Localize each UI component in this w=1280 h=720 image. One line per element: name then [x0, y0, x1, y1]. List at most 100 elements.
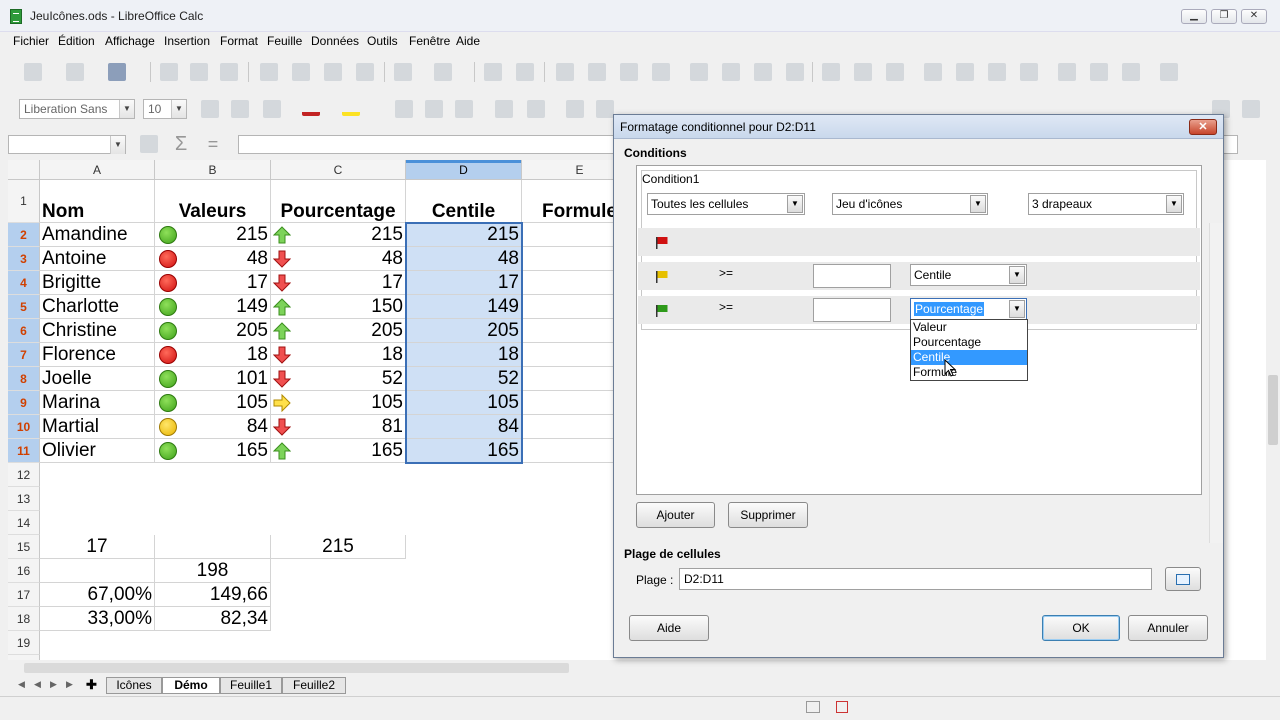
align-middle-icon[interactable]: [596, 100, 614, 118]
insert-cols-icon[interactable]: [652, 63, 670, 81]
row-header[interactable]: 6: [8, 319, 40, 343]
font-name-combo[interactable]: Liberation Sans ▼: [19, 99, 135, 119]
cell-c15[interactable]: 215: [271, 535, 406, 559]
prev-sheet-icon[interactable]: ◀: [34, 679, 41, 690]
row-header[interactable]: 14: [8, 511, 40, 535]
pivot-table-icon[interactable]: [886, 63, 904, 81]
cell-nom[interactable]: Charlotte: [40, 295, 155, 319]
paste-icon[interactable]: [324, 63, 342, 81]
equals-icon[interactable]: =: [204, 135, 222, 153]
chevron-down-icon[interactable]: ▼: [110, 136, 125, 154]
ok-button[interactable]: OK: [1042, 615, 1120, 641]
cell-centile[interactable]: 165: [406, 439, 522, 463]
green-type-dropdown[interactable]: Pourcentage ▼: [910, 298, 1027, 320]
minimize-button[interactable]: ▁: [1181, 9, 1207, 24]
chevron-down-icon[interactable]: ▼: [970, 195, 986, 213]
option-valeur[interactable]: Valeur: [911, 320, 1027, 335]
export-pdf-icon[interactable]: [160, 63, 178, 81]
cell-pourcentage[interactable]: 150: [271, 295, 406, 319]
bold-icon[interactable]: [201, 100, 219, 118]
sort-icon[interactable]: [690, 63, 708, 81]
next-sheet-icon[interactable]: ▶: [50, 679, 57, 690]
cell-centile[interactable]: 52: [406, 367, 522, 391]
cell-nom[interactable]: Martial: [40, 415, 155, 439]
document-modified-icon[interactable]: [836, 701, 848, 713]
chevron-down-icon[interactable]: ▼: [1009, 300, 1025, 318]
copy-icon[interactable]: [292, 63, 310, 81]
remove-condition-button[interactable]: Supprimer: [728, 502, 808, 528]
option-formule[interactable]: Formule: [911, 365, 1027, 380]
print-preview-icon[interactable]: [220, 63, 238, 81]
insert-rows-icon[interactable]: [620, 63, 638, 81]
scope-dropdown[interactable]: Toutes les cellules ▼: [647, 193, 805, 215]
split-window-icon[interactable]: [1122, 63, 1140, 81]
row-header[interactable]: 16: [8, 559, 40, 583]
row-header[interactable]: 17: [8, 583, 40, 607]
cell-nom[interactable]: Florence: [40, 343, 155, 367]
row-header[interactable]: 9: [8, 391, 40, 415]
menu-format[interactable]: Format: [220, 34, 258, 48]
align-right-icon[interactable]: [455, 100, 473, 118]
row-icon[interactable]: [556, 63, 574, 81]
cancel-button[interactable]: Annuler: [1128, 615, 1208, 641]
row-header[interactable]: 3: [8, 247, 40, 271]
cut-icon[interactable]: [260, 63, 278, 81]
menu-fichier[interactable]: Fichier: [13, 34, 49, 48]
cell-a15[interactable]: 17: [40, 535, 155, 559]
save-icon[interactable]: [108, 63, 126, 81]
font-size-combo[interactable]: 10 ▼: [143, 99, 187, 119]
find-replace-icon[interactable]: [484, 63, 502, 81]
function-wizard-icon[interactable]: [140, 135, 158, 153]
column-header-c[interactable]: C: [271, 160, 406, 180]
cell-nom[interactable]: Marina: [40, 391, 155, 415]
cell-centile[interactable]: 215: [406, 223, 522, 247]
cell-centile[interactable]: 17: [406, 271, 522, 295]
select-all-corner[interactable]: [8, 160, 40, 180]
menu-outils[interactable]: Outils: [367, 34, 398, 48]
cell-pourcentage[interactable]: 17: [271, 271, 406, 295]
row-header[interactable]: 11: [8, 439, 40, 463]
cell-valeur[interactable]: 18: [155, 343, 271, 367]
close-window-button[interactable]: ✕: [1241, 9, 1267, 24]
freeze-icon[interactable]: [1090, 63, 1108, 81]
new-icon[interactable]: [24, 63, 42, 81]
underline-icon[interactable]: [263, 100, 281, 118]
cell-centile[interactable]: 48: [406, 247, 522, 271]
cell-valeur[interactable]: 149: [155, 295, 271, 319]
chevron-down-icon[interactable]: ▼: [171, 100, 186, 118]
row-header[interactable]: 1: [8, 180, 40, 223]
menu-aide[interactable]: Aide: [456, 34, 480, 48]
menu-insertion[interactable]: Insertion: [164, 34, 210, 48]
header-centile[interactable]: Centile: [406, 180, 522, 223]
print-icon[interactable]: [190, 63, 208, 81]
maximize-button[interactable]: ❐: [1211, 9, 1237, 24]
sort-desc-icon[interactable]: [754, 63, 772, 81]
tab-feuille2[interactable]: Feuille2: [282, 677, 346, 694]
yellow-type-dropdown[interactable]: Centile ▼: [910, 264, 1027, 286]
option-pourcentage[interactable]: Pourcentage: [911, 335, 1027, 350]
icon-set-dropdown[interactable]: 3 drapeaux ▼: [1028, 193, 1184, 215]
spelling-icon[interactable]: [516, 63, 534, 81]
option-centile[interactable]: Centile: [911, 350, 1027, 365]
cell-centile[interactable]: 105: [406, 391, 522, 415]
selection-mode-icon[interactable]: [806, 701, 820, 713]
cell-nom[interactable]: Joelle: [40, 367, 155, 391]
header-nom[interactable]: Nom: [40, 180, 155, 223]
tab-icones[interactable]: Icônes: [106, 677, 162, 694]
cell-nom[interactable]: Amandine: [40, 223, 155, 247]
cell-valeur[interactable]: 84: [155, 415, 271, 439]
type-dropdown[interactable]: Jeu d'icônes ▼: [832, 193, 988, 215]
cell-nom[interactable]: Antoine: [40, 247, 155, 271]
chart-icon[interactable]: [854, 63, 872, 81]
cell-pourcentage[interactable]: 205: [271, 319, 406, 343]
highlight-color-icon[interactable]: [342, 98, 360, 116]
cell-pourcentage[interactable]: 18: [271, 343, 406, 367]
cell-b15[interactable]: [155, 535, 271, 559]
tab-feuille1[interactable]: Feuille1: [220, 677, 282, 694]
row-header[interactable]: 15: [8, 535, 40, 559]
header-pourcentage[interactable]: Pourcentage: [271, 180, 406, 223]
font-color-icon[interactable]: [302, 98, 320, 116]
cell-nom[interactable]: Olivier: [40, 439, 155, 463]
cell-nom[interactable]: Christine: [40, 319, 155, 343]
add-condition-button[interactable]: Ajouter: [636, 502, 715, 528]
